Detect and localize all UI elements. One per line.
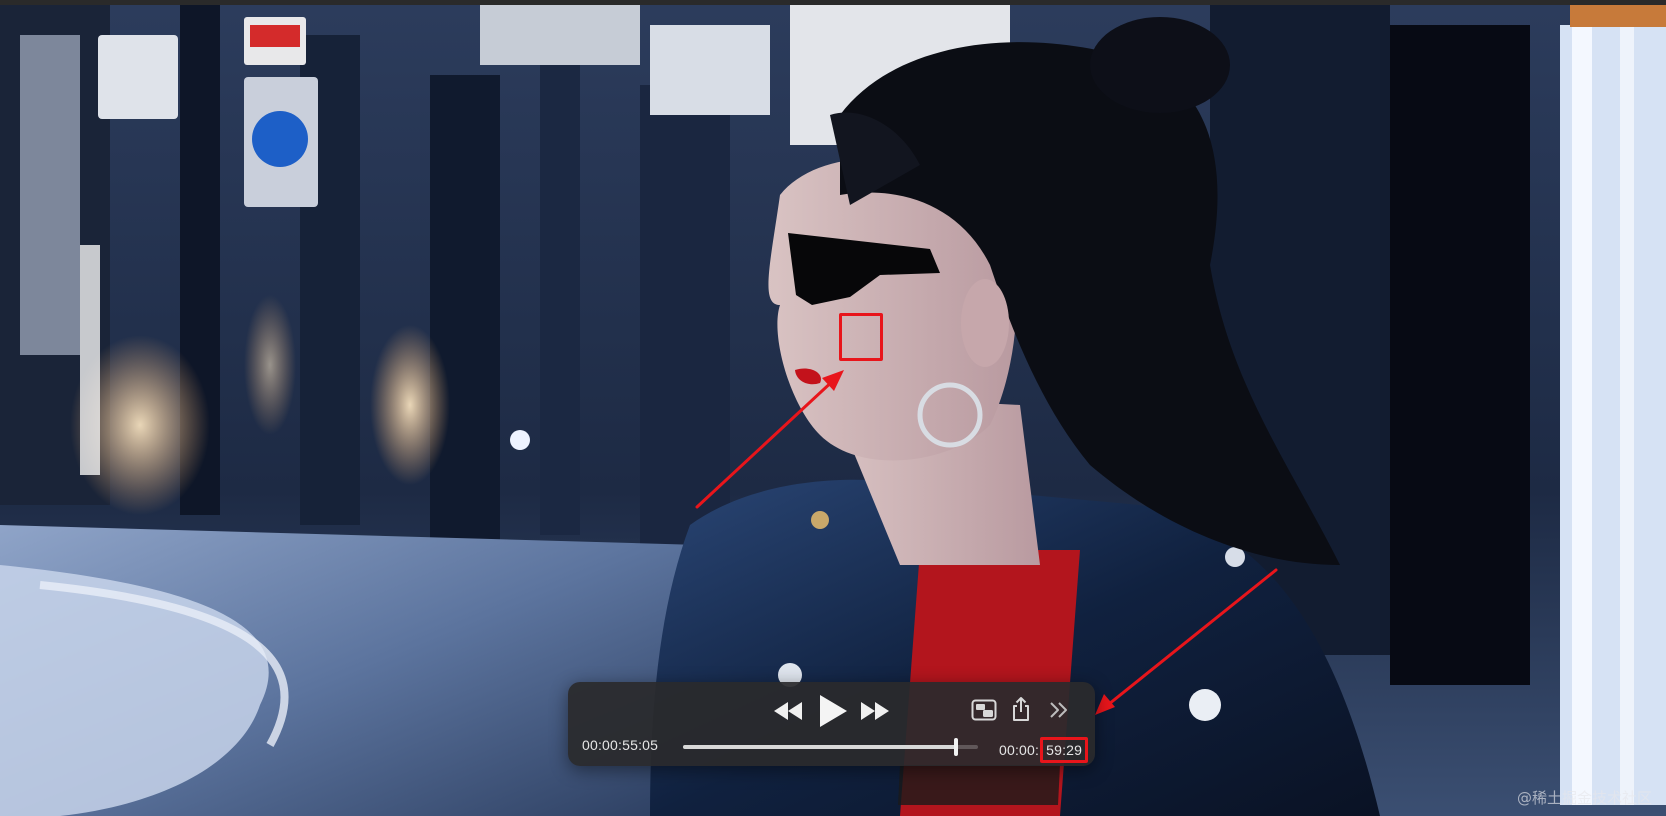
current-time-label: 00:00:55:05 <box>582 737 659 753</box>
picture-in-picture-button[interactable] <box>970 696 998 724</box>
fast-forward-icon <box>861 702 889 720</box>
share-button[interactable] <box>1008 693 1034 725</box>
rewind-button[interactable] <box>772 696 804 726</box>
annotation-highlight-box <box>839 313 883 361</box>
play-button[interactable] <box>813 690 853 732</box>
playback-controls-bar: 00:00:55:05 00:00: 59:29 <box>568 682 1095 766</box>
timeline-playhead[interactable] <box>953 738 958 756</box>
total-time-prefix: 00:00: <box>999 742 1040 758</box>
play-icon <box>820 695 847 727</box>
watermark-text: @稀土掘金技术社区 <box>1516 789 1652 807</box>
fast-forward-button[interactable] <box>859 696 891 726</box>
total-time-highlighted: 59:29 <box>1040 737 1089 763</box>
timeline-progress <box>683 745 956 749</box>
timeline-scrubber[interactable] <box>683 738 978 756</box>
rewind-icon <box>774 702 802 720</box>
share-icon <box>1013 697 1029 721</box>
video-player-window: 00:00:55:05 00:00: 59:29 @稀土掘金技术社区 <box>0 0 1666 816</box>
more-options-button[interactable] <box>1046 696 1072 724</box>
chevron-double-right-icon <box>1050 702 1067 718</box>
total-time-label: 00:00: 59:29 <box>999 737 1089 763</box>
picture-in-picture-icon <box>971 699 997 721</box>
